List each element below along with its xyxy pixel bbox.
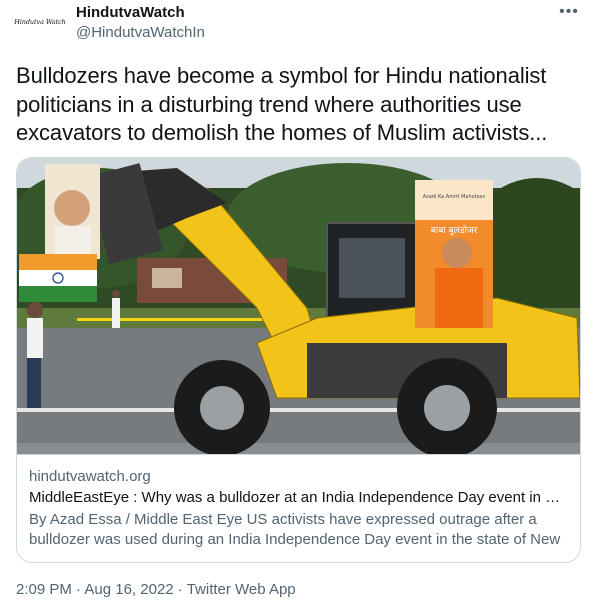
tweet-source[interactable]: Twitter Web App <box>187 581 296 598</box>
poster-sign-text: बाबा बुलडोजर <box>431 224 478 236</box>
author-handle[interactable]: @HindutvaWatchIn <box>76 23 205 43</box>
more-options-button[interactable]: ••• <box>557 2 581 22</box>
author-names: HindutvaWatch @HindutvaWatchIn <box>76 4 205 43</box>
avatar-logo-text: Hindutva Watch <box>14 18 66 26</box>
tweet-meta: 2:09 PM · Aug 16, 2022 · Twitter Web App <box>16 580 296 600</box>
tweet-time[interactable]: 2:09 PM <box>16 581 72 598</box>
author-display-name[interactable]: HindutvaWatch <box>76 4 205 22</box>
link-card[interactable]: बाबा बुलडोजर Azadi Ka Amrit Mahotsav hin… <box>16 157 581 563</box>
card-title: MiddleEastEye : Why was a bulldozer at a… <box>29 489 568 506</box>
avatar[interactable]: Hindutva Watch <box>14 4 66 40</box>
tweet-header: Hindutva Watch HindutvaWatch @HindutvaWa… <box>14 2 581 44</box>
card-image[interactable]: बाबा बुलडोजर Azadi Ka Amrit Mahotsav <box>17 158 580 454</box>
meta-separator: · <box>71 581 85 598</box>
card-description: By Azad Essa / Middle East Eye US activi… <box>29 511 561 548</box>
more-icon: ••• <box>559 3 579 20</box>
poster-sign-small: Azadi Ka Amrit Mahotsav <box>423 194 486 200</box>
card-body[interactable]: hindutvawatch.org MiddleEastEye : Why wa… <box>17 454 580 562</box>
card-domain: hindutvawatch.org <box>29 468 151 485</box>
tweet-date[interactable]: Aug 16, 2022 <box>84 581 173 598</box>
tweet: Hindutva Watch HindutvaWatch @HindutvaWa… <box>0 0 597 605</box>
meta-separator-2: · <box>173 581 187 598</box>
tweet-text: Bulldozers have become a symbol for Hind… <box>16 63 548 145</box>
